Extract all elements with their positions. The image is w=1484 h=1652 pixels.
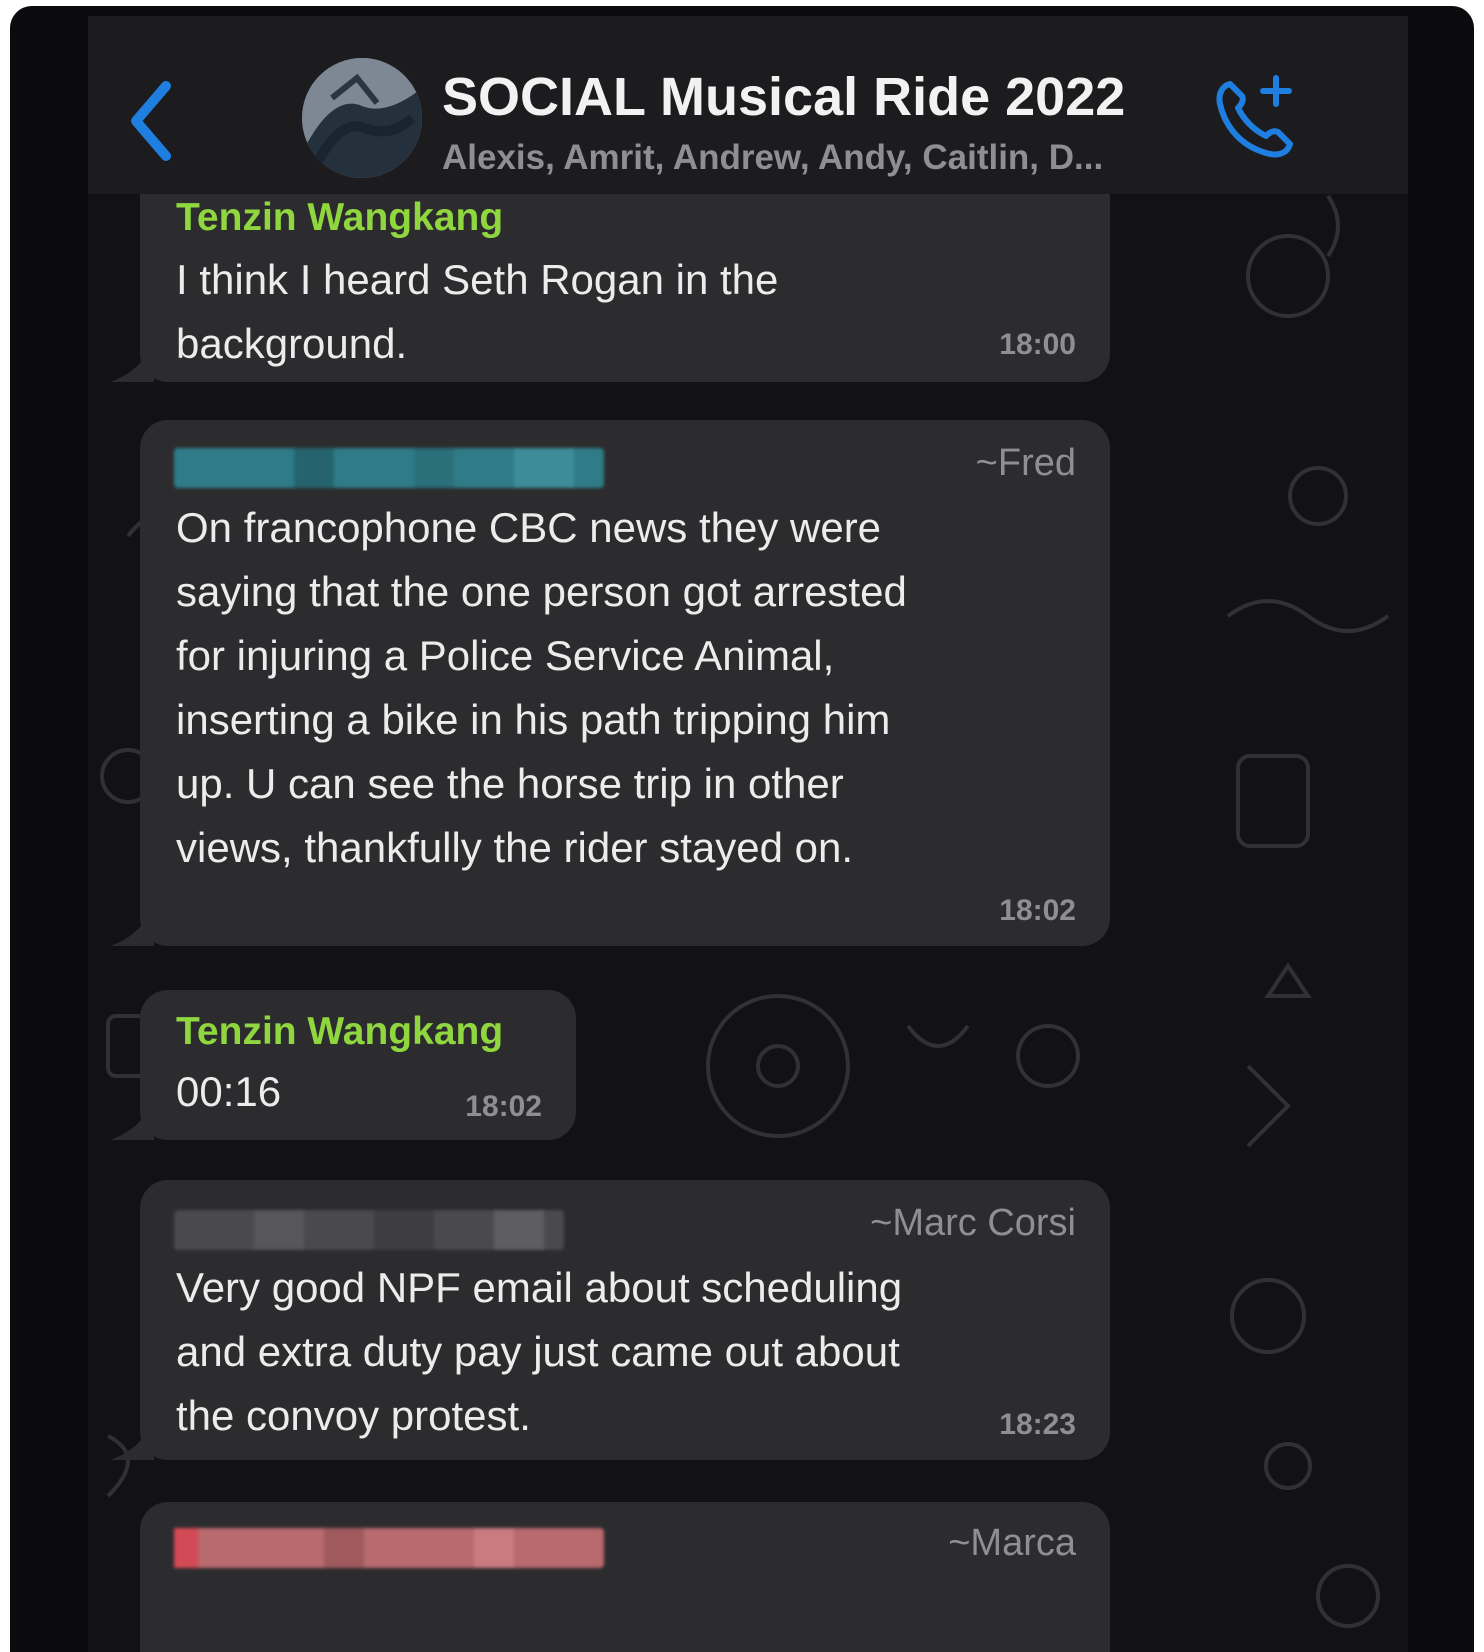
redacted-phone-number: [174, 448, 604, 488]
message-text-line: I think I heard Seth Rogan in the: [176, 256, 779, 303]
message-time: 18:23: [999, 1408, 1076, 1441]
message-text-line: background.: [176, 320, 408, 367]
sender-name[interactable]: Tenzin Wangkang: [176, 1010, 503, 1054]
message-time: 18:00: [999, 328, 1076, 361]
group-avatar[interactable]: [302, 58, 422, 178]
message-time: 18:02: [465, 1090, 542, 1123]
message-text-line: the convoy protest.: [176, 1392, 531, 1439]
chevron-left-icon[interactable]: [124, 76, 176, 166]
chat-title[interactable]: SOCIAL Musical Ride 2022: [442, 66, 1125, 128]
message-bubble[interactable]: Tenzin Wangkang I think I heard Seth Rog…: [110, 176, 1110, 382]
chat-header: SOCIAL Musical Ride 2022 Alexis, Amrit, …: [88, 16, 1408, 194]
device-frame: SOCIAL Musical Ride 2022 Alexis, Amrit, …: [10, 6, 1474, 1652]
add-call-icon[interactable]: [1212, 74, 1298, 160]
message-author[interactable]: ~Marca: [948, 1522, 1076, 1565]
message-bubble[interactable]: ~Marca: [140, 1502, 1110, 1652]
bubble-tail: [110, 342, 154, 382]
message-text-line: and extra duty pay just came out about: [176, 1328, 900, 1375]
redacted-phone-number: [174, 1528, 604, 1568]
sender-name[interactable]: Tenzin Wangkang: [176, 196, 503, 240]
participants-list[interactable]: Alexis, Amrit, Andrew, Andy, Caitlin, D.…: [442, 138, 1103, 178]
message-author[interactable]: ~Marc Corsi: [870, 1202, 1076, 1245]
message-text-line: views, thankfully the rider stayed on.: [176, 824, 854, 871]
message-bubble[interactable]: ~Marc Corsi Very good NPF email about sc…: [110, 1180, 1110, 1460]
message-bubble[interactable]: ~Fred On francophone CBC news they were …: [110, 420, 1110, 946]
message-text-line: for injuring a Police Service Animal,: [176, 632, 835, 679]
message-text-line: saying that the one person got arrested: [176, 568, 907, 615]
message-time: 18:02: [999, 894, 1076, 927]
voice-message-duration: 00:16: [176, 1068, 282, 1115]
bubble-tail: [110, 1100, 154, 1140]
avatar-image: [302, 58, 422, 178]
message-author[interactable]: ~Fred: [976, 442, 1076, 485]
message-text-line: inserting a bike in his path tripping hi…: [176, 696, 891, 743]
chat-screen: SOCIAL Musical Ride 2022 Alexis, Amrit, …: [88, 16, 1408, 1652]
message-text-line: On francophone CBC news they were: [176, 504, 882, 551]
bubble-tail: [110, 906, 154, 946]
voice-message-bubble[interactable]: Tenzin Wangkang 00:16 18:02: [110, 990, 576, 1140]
redacted-phone-number: [174, 1210, 564, 1250]
bubble-tail: [110, 1420, 154, 1460]
message-text-line: Very good NPF email about scheduling: [176, 1264, 903, 1311]
message-text-line: up. U can see the horse trip in other: [176, 760, 844, 807]
